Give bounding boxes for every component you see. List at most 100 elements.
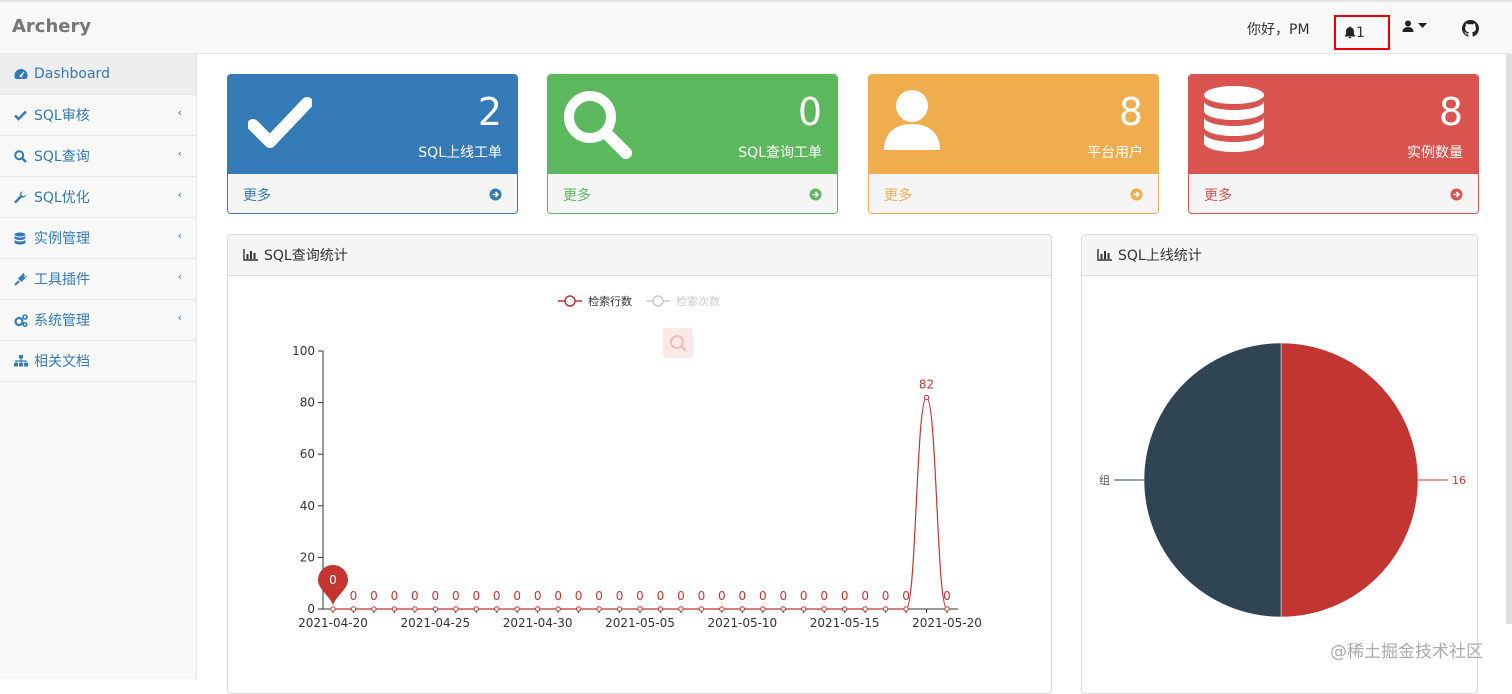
- sidebar-item-label: 工具插件: [34, 272, 90, 288]
- more-link[interactable]: 更多: [869, 173, 1158, 213]
- data-point: [678, 606, 684, 612]
- more-label: 更多: [884, 187, 912, 204]
- data-label: 0: [677, 589, 685, 603]
- bell-icon: [1344, 26, 1356, 39]
- sidebar-item-label: Dashboard: [34, 66, 110, 82]
- sidebar-item-dashboard[interactable]: Dashboard: [0, 54, 196, 95]
- stat-value: 2: [477, 90, 502, 134]
- data-point: [780, 606, 786, 612]
- stat-label: SQL上线工单: [418, 145, 502, 161]
- data-label: 0: [472, 589, 480, 603]
- markpoint-label: 0: [329, 573, 337, 587]
- stat-card-instances[interactable]: 8 实例数量 更多: [1188, 74, 1479, 214]
- data-label: 0: [636, 589, 644, 603]
- data-point: [432, 606, 439, 612]
- sidebar-item-label: SQL查询: [34, 149, 90, 165]
- search-icon: [14, 149, 30, 163]
- x-tick-label: 2021-05-15: [810, 616, 880, 630]
- data-label: 0: [841, 589, 849, 603]
- y-tick-label: 0: [307, 602, 315, 616]
- y-tick-label: 40: [300, 499, 315, 513]
- data-point: [412, 606, 418, 612]
- sidebar: Dashboard SQL审核 ‹ SQL查询 ‹ SQL优化 ‹ 实例管理 ‹…: [0, 54, 197, 679]
- more-label: 更多: [563, 187, 591, 204]
- data-point: [555, 606, 561, 612]
- scrollbar[interactable]: [1506, 54, 1512, 624]
- data-point: [637, 606, 643, 612]
- sidebar-item-system[interactable]: 系统管理 ‹: [0, 300, 196, 341]
- data-point: [882, 606, 889, 612]
- data-point: [534, 606, 541, 612]
- sidebar-item-label: SQL优化: [34, 190, 90, 206]
- chevron-left-icon: ‹: [177, 188, 182, 201]
- sidebar-item-sql-review[interactable]: SQL审核 ‹: [0, 95, 196, 136]
- arrow-circle-right-icon: [1130, 188, 1143, 201]
- sidebar-item-sql-optimize[interactable]: SQL优化 ‹: [0, 177, 196, 218]
- stat-card-sql-release[interactable]: 2 SQL上线工单 更多: [227, 74, 518, 214]
- data-point: [657, 606, 664, 612]
- stat-card-users[interactable]: 8 平台用户 更多: [868, 74, 1159, 214]
- line-chart: 检索行数 检索次数 0 20 40 60 80 100 2021-04-20 2021-04-25…: [292, 294, 982, 630]
- data-label: 0: [820, 589, 828, 603]
- sidebar-item-instances[interactable]: 实例管理 ‹: [0, 218, 196, 259]
- arrow-circle-right-icon: [809, 188, 822, 201]
- release-stats-panel: SQL上线统计 16 组: [1081, 234, 1478, 694]
- data-point: [514, 606, 520, 612]
- wrench-icon: [14, 191, 30, 204]
- chart-legend: 检索行数 检索次数: [558, 294, 720, 308]
- sidebar-item-label: SQL审核: [34, 108, 90, 124]
- x-tick-label: 2021-05-20: [912, 616, 982, 630]
- user-menu-toggle[interactable]: [1402, 20, 1427, 32]
- github-link[interactable]: [1462, 20, 1479, 41]
- sidebar-item-label: 实例管理: [34, 231, 90, 247]
- more-link[interactable]: 更多: [1189, 173, 1478, 213]
- plug-icon: [14, 272, 30, 286]
- data-point: [391, 606, 398, 612]
- x-tick-label: 2021-04-30: [503, 616, 573, 630]
- stat-value: 0: [797, 90, 822, 134]
- panel-heading: SQL查询统计: [228, 235, 1051, 276]
- more-link[interactable]: 更多: [548, 173, 837, 213]
- pie-label: 16: [1452, 474, 1466, 487]
- notification-count: 1: [1356, 24, 1365, 41]
- stat-label: SQL查询工单: [738, 145, 822, 161]
- series-line: [332, 396, 948, 610]
- data-label: 0: [554, 589, 562, 603]
- sidebar-item-docs[interactable]: 相关文档: [0, 341, 196, 382]
- dashboard-icon: [14, 68, 30, 80]
- data-label: 0: [513, 589, 521, 603]
- notification-button[interactable]: 1: [1334, 15, 1390, 50]
- sidebar-item-tools[interactable]: 工具插件 ‹: [0, 259, 196, 300]
- y-tick-label: 80: [300, 396, 315, 410]
- data-label: 0: [882, 589, 890, 603]
- data-label: 0: [370, 589, 378, 603]
- chevron-left-icon: ‹: [177, 106, 182, 119]
- caret-down-icon: [1418, 23, 1427, 28]
- cogs-icon: [14, 313, 30, 327]
- data-label: 0: [350, 589, 358, 603]
- y-tick-label: 60: [300, 447, 315, 461]
- more-link[interactable]: 更多: [228, 173, 517, 213]
- pie-chart: 16 组: [1099, 342, 1466, 618]
- data-label: 0: [411, 589, 419, 603]
- watermark: @稀土掘金技术社区: [1330, 642, 1483, 662]
- data-label: 0: [534, 589, 542, 603]
- sidebar-item-sql-query[interactable]: SQL查询 ‹: [0, 136, 196, 177]
- check-icon: [14, 110, 30, 121]
- data-point: [719, 606, 725, 612]
- legend-item: 检索次数: [646, 294, 720, 308]
- data-label: 0: [800, 589, 808, 603]
- stat-card-header: 0 SQL查询工单: [548, 75, 837, 173]
- stat-card-header: 8 实例数量: [1189, 75, 1478, 173]
- data-point: [350, 606, 357, 612]
- data-point: [821, 606, 827, 612]
- data-point: [923, 394, 930, 401]
- panel-title: SQL查询统计: [264, 248, 348, 264]
- app-brand[interactable]: Archery: [12, 16, 91, 37]
- stat-card-sql-query[interactable]: 0 SQL查询工单 更多: [547, 74, 838, 214]
- data-label: 0: [575, 589, 583, 603]
- data-point: [596, 606, 602, 612]
- user-icon: [884, 90, 940, 150]
- legend-label: 检索行数: [588, 294, 632, 308]
- x-tick-label: 2021-04-20: [298, 616, 368, 630]
